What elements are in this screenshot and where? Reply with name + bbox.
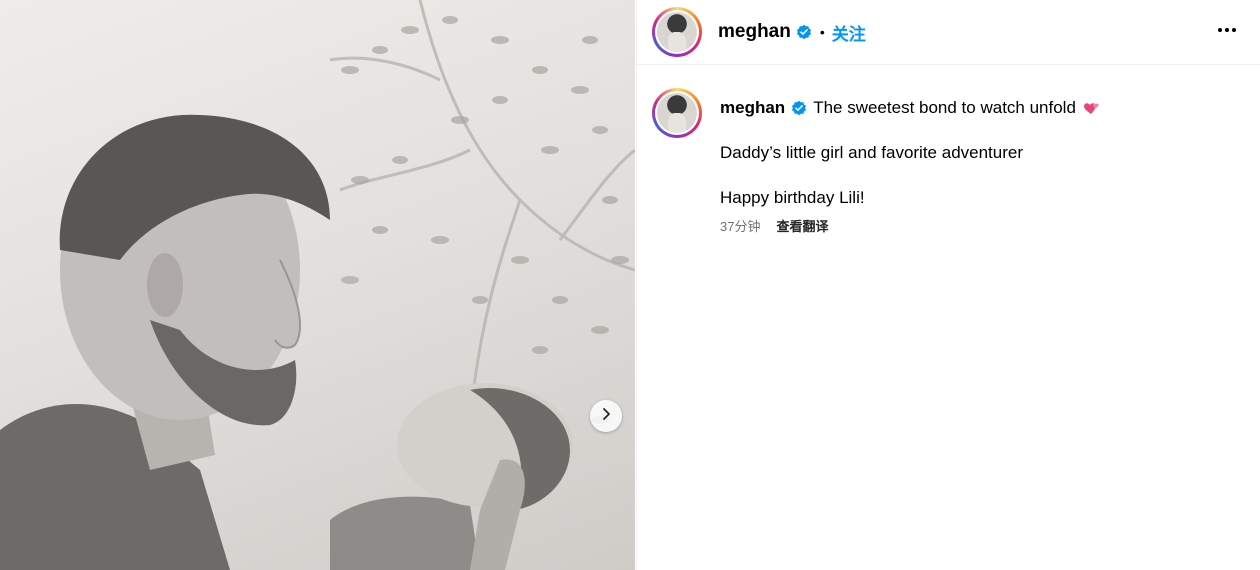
caption-avatar-image xyxy=(657,93,697,133)
avatar-image xyxy=(657,12,697,52)
post-header: meghan • 关注 xyxy=(637,0,1260,65)
post-sidebar: meghan • 关注 meghan The sweetest bond to … xyxy=(636,0,1260,570)
caption-line-1: The sweetest bond to watch unfold xyxy=(813,98,1076,117)
verified-badge-icon xyxy=(796,24,812,40)
separator-dot: • xyxy=(819,24,825,40)
photo-illustration xyxy=(0,0,635,570)
caption-line-2: Daddy’s little girl and favorite adventu… xyxy=(720,143,1024,162)
two-hearts-icon xyxy=(1082,100,1100,116)
post-photo[interactable] xyxy=(0,0,635,570)
caption-line-3: Happy birthday Lili! xyxy=(720,188,865,207)
caption-username[interactable]: meghan xyxy=(720,96,785,120)
follow-button[interactable]: 关注 xyxy=(832,20,866,45)
see-translation-link[interactable]: 查看翻译 xyxy=(776,216,828,235)
caption-avatar[interactable] xyxy=(652,88,702,138)
header-username[interactable]: meghan xyxy=(718,21,791,43)
avatar[interactable] xyxy=(652,7,702,57)
more-options-icon[interactable] xyxy=(1216,22,1238,38)
caption: meghan The sweetest bond to watch unfold… xyxy=(637,65,1260,235)
caption-verified-badge-icon xyxy=(791,100,807,116)
post-timestamp[interactable]: 37分钟 xyxy=(720,216,760,235)
next-photo-button[interactable] xyxy=(590,400,622,432)
chevron-right-icon xyxy=(599,407,613,426)
